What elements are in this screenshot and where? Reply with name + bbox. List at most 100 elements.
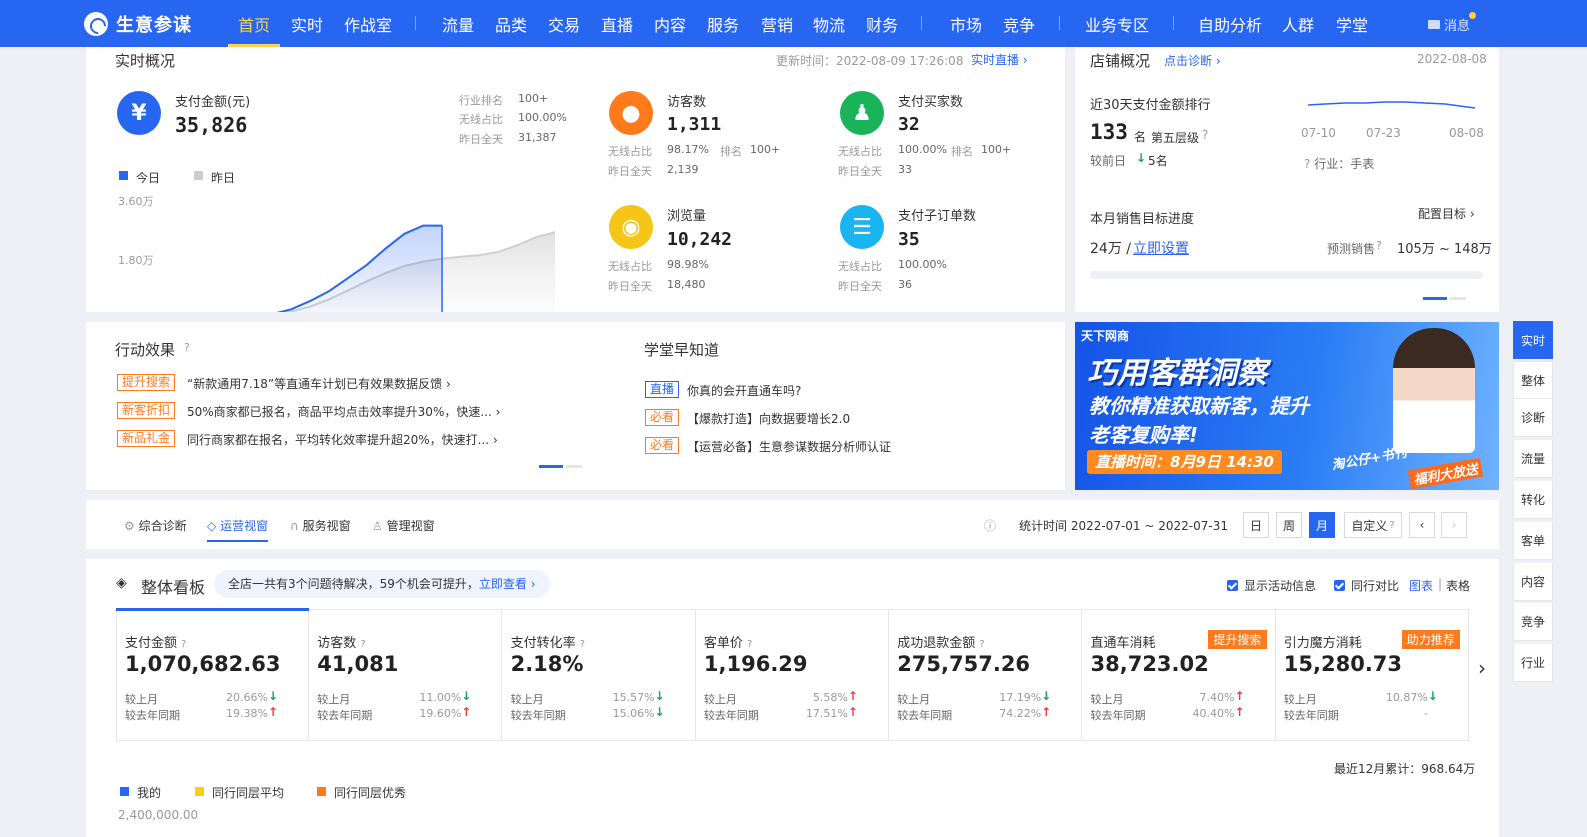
next-button[interactable]: › [1441, 512, 1467, 538]
help-icon[interactable]: ? [184, 341, 190, 354]
nav-item[interactable]: 人群 [1282, 12, 1314, 36]
top-nav: 生意参谋 首页 实时 作战室 流量 品类 交易 直播 内容 服务 营销 物流 财务 市场 竞争 业务专区 自助… [0, 0, 1587, 47]
tab-service[interactable]: ∩ 服务视窗 [290, 517, 351, 534]
nav-item[interactable]: 流量 [442, 12, 474, 36]
nav-item[interactable]: 实时 [291, 12, 323, 36]
trend-arrow: ↑ [461, 705, 471, 719]
spark-date: 08-08 [1449, 126, 1484, 140]
pager-dot[interactable] [566, 465, 582, 468]
side-nav-content[interactable]: 内容 [1513, 563, 1553, 601]
nav-item[interactable]: 作战室 [344, 12, 392, 36]
school-tag: 必看 [645, 437, 680, 454]
nav-item[interactable]: 自助分析 [1198, 12, 1262, 36]
nav-item[interactable]: 营销 [761, 12, 793, 36]
school-item[interactable]: 【运营必备】生意参谋数据分析师认证 [687, 438, 891, 455]
buyers-label: 支付买家数 [898, 95, 964, 110]
nav-item[interactable]: 学堂 [1336, 12, 1368, 36]
period-month-button[interactable]: 月 [1309, 512, 1335, 538]
compare-value: 5名 [1148, 154, 1168, 168]
kpi-card[interactable]: 支付金额 ? 1,070,682.63 较上月 20.66% 较去年同期 19.38% ↓ ↑ [116, 609, 309, 741]
side-nav-industry[interactable]: 行业 [1513, 644, 1553, 682]
nav-item[interactable]: 品类 [495, 12, 527, 36]
kpi-card[interactable]: 引力魔方消耗 15,280.73 助力推荐 较上月 10.87% 较去年同期 - ↓ [1275, 609, 1469, 741]
chevron-right-icon: › [492, 433, 498, 447]
chevron-right-icon: › [1451, 518, 1457, 532]
action-item[interactable]: 同行商家都在报名，平均转化效率提升超20%，快速打... › [187, 431, 498, 448]
live-link[interactable]: 实时直播 › [971, 51, 1028, 68]
period-day-button[interactable]: 日 [1243, 512, 1269, 538]
legend-mine[interactable]: 我的 [137, 784, 161, 801]
buyers-rank: 100+ [981, 143, 1012, 156]
help-icon[interactable]: ? [1202, 128, 1208, 142]
nav-item[interactable]: 内容 [654, 12, 686, 36]
show-activity-checkbox[interactable]: 显示活动信息 [1227, 577, 1316, 594]
nav-item[interactable]: 首页 [238, 12, 270, 36]
set-target-link[interactable]: 立即设置 [1133, 238, 1189, 258]
legend-peer-top[interactable]: 同行同层优秀 [334, 784, 406, 801]
kpi-badge[interactable]: 提升搜索 [1208, 630, 1267, 649]
peer-compare-checkbox[interactable]: 同行对比 [1334, 577, 1399, 594]
compare-month-value: 15.57% [612, 691, 655, 704]
kpi-label: 支付转化率 ? [510, 636, 586, 651]
buyers-value: 32 [898, 114, 920, 135]
legend-peer-avg[interactable]: 同行同层平均 [212, 784, 284, 801]
help-icon[interactable]: ? [1376, 239, 1382, 252]
view-table-toggle[interactable]: 表格 [1446, 577, 1470, 594]
nav-item[interactable]: 直播 [601, 12, 633, 36]
side-nav-order[interactable]: 客单 [1513, 522, 1553, 560]
nav-item[interactable]: 竞争 [1003, 12, 1035, 36]
brand-logo[interactable]: 生意参谋 [84, 11, 192, 37]
side-nav-conversion[interactable]: 转化 [1513, 481, 1553, 519]
tab-management[interactable]: ♙ 管理视窗 [372, 517, 435, 534]
chevron-right-icon[interactable]: › [1478, 656, 1486, 680]
kpi-card[interactable]: 成功退款金额 ? 275,757.26 较上月 17.19% 较去年同期 74.22% ↓ ↑ [889, 609, 1083, 741]
nav-item[interactable]: 业务专区 [1085, 12, 1149, 36]
side-nav-competition[interactable]: 竞争 [1513, 603, 1553, 641]
action-item[interactable]: “新款通用7.18”等直通车计划已有效果数据反馈 › [187, 375, 451, 392]
pv-wireless: 98.98% [667, 258, 709, 271]
promo-banner[interactable]: 天下网商 巧用客群洞察 教你精准获取新客，提升 老客复购率! 直播时间：8月9日… [1075, 322, 1499, 490]
action-item[interactable]: 50%商家都已报名，商品平均点击效率提升30%，快速... › [187, 403, 500, 420]
side-nav-diagnose[interactable]: 诊断 [1513, 399, 1553, 437]
visitors-yesterday-label: 昨日全天 [608, 165, 652, 178]
view-chart-toggle[interactable]: 图表 [1409, 577, 1433, 594]
school-item[interactable]: 【爆款打造】向数据要增长2.0 [687, 410, 850, 427]
nav-item[interactable]: 财务 [866, 12, 898, 36]
chevron-right-icon: › [530, 577, 536, 591]
compare-year-value: 19.60% [419, 707, 462, 720]
config-target-button[interactable]: 配置目标 › [1418, 205, 1475, 222]
info-icon[interactable]: ⓘ [984, 517, 996, 534]
nav-item[interactable]: 物流 [813, 12, 845, 36]
tab-operations[interactable]: ◇ 运营视窗 [207, 517, 269, 542]
nav-item[interactable]: 服务 [707, 12, 739, 36]
help-icon: ? [181, 639, 187, 650]
nav-item[interactable]: 市场 [950, 12, 982, 36]
tab-overall-diagnosis[interactable]: ⚙ 综合诊断 [124, 517, 187, 534]
pager-dot[interactable] [1450, 297, 1466, 300]
side-nav-traffic[interactable]: 流量 [1513, 440, 1553, 478]
kpi-badge[interactable]: 助力推荐 [1401, 630, 1460, 649]
prev-button[interactable]: ‹ [1409, 512, 1435, 538]
side-nav-realtime[interactable]: 实时 [1513, 321, 1553, 359]
view-now-link[interactable]: 立即查看 [479, 577, 527, 591]
kpi-card[interactable]: 客单价 ? 1,196.29 较上月 5.58% 较去年同期 17.51% ↑ ↑ [695, 609, 889, 741]
arrow-up-icon: ↑ [1234, 689, 1245, 703]
legend-yesterday[interactable]: 昨日 [211, 169, 235, 186]
kpi-card[interactable]: 支付转化率 ? 2.18% 较上月 15.57% 较去年同期 15.06% ↓ ↓ [502, 609, 696, 741]
kpi-card[interactable]: 访客数 ? 41,081 较上月 11.00% 较去年同期 19.60% ↓ ↑ [309, 609, 503, 741]
nav-item[interactable]: 交易 [548, 12, 580, 36]
message-label: 消息 [1444, 19, 1471, 34]
period-week-button[interactable]: 周 [1276, 512, 1302, 538]
legend-today[interactable]: 今日 [136, 169, 160, 186]
compare-year-value: 15.06% [612, 707, 655, 720]
diagnose-link[interactable]: 点击诊断 › [1164, 52, 1221, 69]
message-button[interactable]: 消息 [1428, 12, 1477, 34]
side-nav-overall[interactable]: 整体 [1513, 361, 1553, 399]
school-item[interactable]: 你真的会开直通车吗? [687, 382, 801, 399]
pager-dot-active[interactable] [539, 465, 563, 468]
arrow-up-icon: ↑ [847, 689, 858, 703]
arrow-up-icon: ↑ [461, 705, 472, 719]
period-custom-button[interactable]: 自定义? [1344, 512, 1402, 538]
pager-dot-active[interactable] [1423, 297, 1447, 300]
kpi-card[interactable]: 直通车消耗 38,723.02 提升搜索 较上月 7.40% 较去年同期 40.40% ↑ ↑ [1082, 609, 1276, 741]
